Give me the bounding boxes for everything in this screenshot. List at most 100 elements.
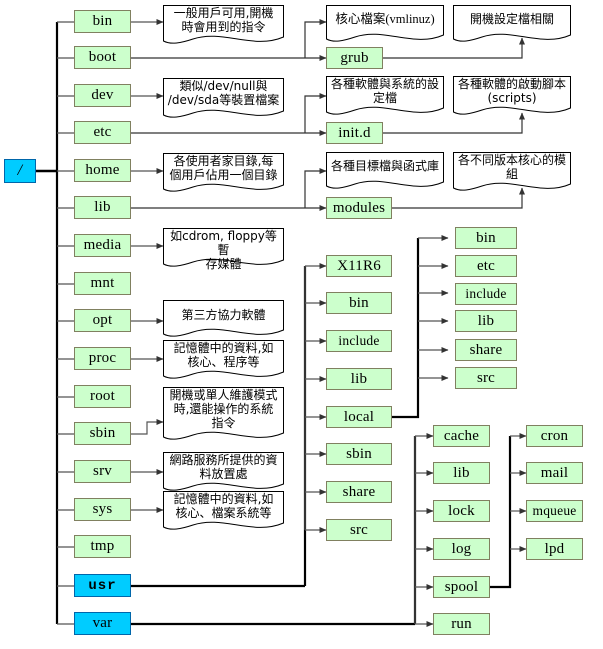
node-opt[interactable]: opt [74, 309, 131, 332]
node-usr-local-src-label: src [476, 369, 496, 386]
description-proc: 記憶體中的資料,如 核心、程序等 [163, 340, 284, 382]
node-root-dir-label: root [90, 388, 115, 404]
node-tmp[interactable]: tmp [74, 535, 131, 558]
node-media[interactable]: media [74, 234, 131, 257]
node-var-label: var [92, 615, 113, 631]
node-var-log-label: log [451, 540, 472, 557]
node-usr-local-label: local [343, 408, 375, 425]
node-usr-local-bin-label: bin [476, 229, 496, 246]
node-var-run[interactable]: run [433, 613, 490, 635]
node-var-cache-label: cache [443, 427, 480, 444]
node-usr-local-share[interactable]: share [455, 339, 517, 361]
node-var-run-label: run [451, 615, 472, 632]
node-usr-lib-label: lib [350, 370, 368, 387]
description-bin: 一般用戶可用,開機 時會用到的指令 [163, 5, 284, 46]
node-sbin[interactable]: sbin [74, 422, 131, 445]
node-usr-local-bin[interactable]: bin [455, 227, 517, 249]
description-lib-modules-text: 各不同版本核心的模組 [457, 153, 566, 181]
node-usr-include-label: include [338, 333, 380, 349]
node-usr-bin-label: bin [349, 294, 369, 311]
node-var[interactable]: var [74, 612, 131, 635]
node-usr-share[interactable]: share [326, 481, 392, 503]
node-usr-include[interactable]: include [326, 330, 392, 352]
node-var-spool-lpd[interactable]: lpd [526, 538, 583, 560]
node-dev[interactable]: dev [74, 84, 131, 107]
node-var-spool-label: spool [444, 578, 479, 595]
node-usr[interactable]: usr [74, 574, 131, 597]
description-lib-modules: 各不同版本核心的模組 [453, 152, 571, 194]
node-var-lib[interactable]: lib [433, 462, 490, 484]
node-etc-label: etc [93, 124, 112, 140]
description-lib-objects-text: 各種目標檔與函式庫 [330, 159, 439, 173]
node-opt-label: opt [92, 312, 113, 328]
node-var-spool[interactable]: spool [433, 576, 490, 598]
node-usr-label: usr [88, 577, 117, 594]
description-bin-text: 一般用戶可用,開機 時會用到的指令 [173, 6, 274, 34]
node-usr-local-etc[interactable]: etc [455, 255, 517, 277]
description-sbin-text: 開機或單人維護模式 時,還能操作的系統 指令 [169, 388, 278, 430]
node-etc-initd-label: init.d [338, 124, 371, 141]
description-dev: 類似/dev/null與/dev/sda等裝置檔案 [163, 78, 284, 121]
node-boot-grub[interactable]: grub [326, 47, 383, 69]
node-usr-local-etc-label: etc [476, 257, 496, 274]
description-sys-text: 記憶體中的資料,如 核心、檔案系統等 [173, 492, 274, 520]
description-sbin: 開機或單人維護模式 時,還能操作的系統 指令 [163, 387, 284, 444]
node-usr-local-lib[interactable]: lib [455, 310, 517, 332]
node-var-cache[interactable]: cache [433, 425, 490, 447]
node-usr-bin[interactable]: bin [326, 292, 392, 314]
node-srv[interactable]: srv [74, 460, 131, 483]
node-lib-modules[interactable]: modules [326, 197, 392, 219]
node-home-label: home [85, 162, 120, 178]
node-usr-sbin[interactable]: sbin [326, 443, 392, 465]
node-lib-label: lib [94, 199, 111, 215]
description-boot-kernel-text: 核心檔案(vmlinuz) [335, 12, 435, 26]
node-var-spool-mail[interactable]: mail [526, 462, 583, 484]
node-dev-label: dev [91, 87, 114, 103]
node-proc[interactable]: proc [74, 347, 131, 370]
node-home[interactable]: home [74, 159, 131, 182]
node-bin[interactable]: bin [74, 10, 131, 33]
description-boot-config: 開機設定檔相關 [453, 5, 571, 45]
node-usr-sbin-label: sbin [346, 445, 372, 462]
node-mnt[interactable]: mnt [74, 272, 131, 295]
node-var-spool-mail-label: mail [540, 464, 569, 481]
node-etc-initd[interactable]: init.d [326, 122, 383, 144]
node-sbin-label: sbin [89, 425, 116, 441]
node-lib[interactable]: lib [74, 196, 131, 219]
node-usr-local[interactable]: local [326, 406, 392, 428]
description-srv-text: 網路服務所提供的資 料放置處 [169, 453, 278, 481]
node-etc[interactable]: etc [74, 121, 131, 144]
node-boot[interactable]: boot [74, 46, 131, 69]
node-var-spool-cron[interactable]: cron [526, 425, 583, 447]
node-proc-label: proc [88, 350, 117, 366]
description-sys: 記憶體中的資料,如 核心、檔案系統等 [163, 491, 284, 533]
node-var-lock[interactable]: lock [433, 500, 490, 522]
node-var-log[interactable]: log [433, 538, 490, 560]
description-etc-conf: 各種軟體與系統的設 定檔 [326, 76, 444, 118]
node-var-spool-cron-label: cron [540, 427, 569, 444]
description-etc-scripts-text: 各種軟體的啟動腳本 (scripts) [457, 77, 566, 105]
node-usr-src-label: src [349, 521, 369, 538]
node-usr-lib[interactable]: lib [326, 368, 392, 390]
description-media: 如cdrom, floppy等暫 存媒體 [163, 228, 284, 271]
description-media-text: 如cdrom, floppy等暫 存媒體 [170, 229, 277, 271]
description-etc-conf-text: 各種軟體與系統的設 定檔 [330, 77, 439, 105]
description-home: 各使用者家目錄,每 個用戶佔用一個目錄 [163, 153, 284, 195]
node-boot-label: boot [88, 49, 117, 65]
node-tmp-label: tmp [90, 538, 115, 554]
node-var-spool-mqueue-label: mqueue [532, 503, 577, 519]
node-var-spool-mqueue[interactable]: mqueue [526, 500, 583, 522]
filesystem-hierarchy-diagram: / bin boot dev etc home lib media mnt op… [0, 0, 603, 649]
node-mnt-label: mnt [90, 275, 115, 291]
node-root-dir[interactable]: root [74, 385, 131, 408]
node-usr-src[interactable]: src [326, 519, 392, 541]
node-root[interactable]: / [4, 159, 36, 183]
node-usr-local-include[interactable]: include [455, 283, 517, 305]
node-media-label: media [83, 237, 122, 253]
description-lib-objects: 各種目標檔與函式庫 [326, 152, 444, 192]
node-usr-local-src[interactable]: src [455, 367, 517, 389]
node-srv-label: srv [93, 463, 112, 479]
node-usr-x11r6[interactable]: X11R6 [326, 255, 392, 277]
description-opt: 第三方協力軟體 [163, 300, 284, 340]
node-sys[interactable]: sys [74, 498, 131, 521]
